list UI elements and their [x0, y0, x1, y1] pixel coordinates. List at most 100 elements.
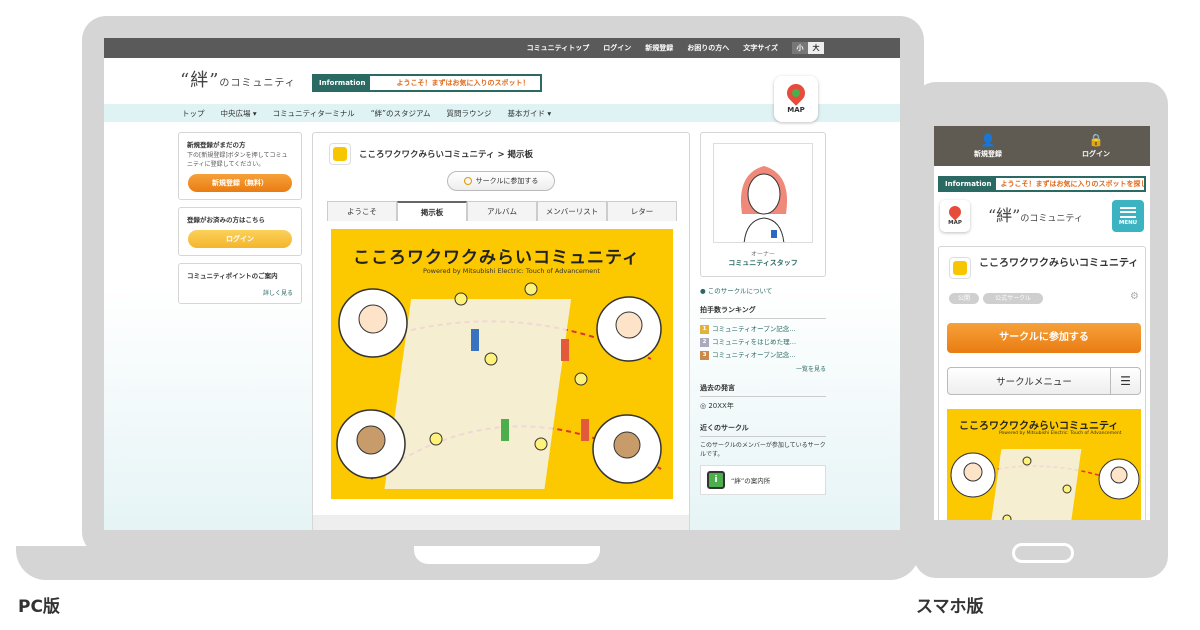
sp-circle-banner: こころワクワクみらいコミュニティ Powered by Mitsubishi E… [947, 409, 1141, 520]
sp-menu-button[interactable]: MENU [1112, 200, 1144, 232]
circle-tabs: ようこそ 掲示板 アルバム メンバーリスト レター [327, 201, 677, 221]
sp-logo-sub: のコミュニティ [1020, 214, 1083, 224]
util-link-register[interactable]: 新規登録 [645, 43, 673, 53]
join-icon [463, 177, 472, 185]
sp-circle-title: こころワクワクみらいコミュニティ [979, 258, 1139, 269]
info-icon: i [707, 471, 725, 489]
util-link-top[interactable]: コミュニティトップ [527, 43, 590, 53]
points-card: コミュニティポイントのご案内 詳しく見る [178, 263, 302, 304]
ranking-heading: 拍手数ランキング [700, 305, 826, 319]
pc-caption: PC版 [18, 597, 60, 617]
sp-site-logo[interactable]: “絆”のコミュニティ [988, 202, 1083, 226]
site-logo[interactable]: “絆”のコミュニティ [180, 66, 296, 92]
nav-top[interactable]: トップ [182, 108, 205, 119]
pc-screen: コミュニティトップ ログイン 新規登録 お困りの方へ 文字サイズ 小 大 “絆”… [104, 38, 900, 530]
map-button[interactable]: MAP [774, 76, 818, 122]
owner-portrait-illustration [740, 166, 788, 242]
sp-circle-title-row: こころワクワクみらいコミュニティ [949, 257, 1139, 279]
register-text: 下の[新規登録]ボタンを押してコミュニティに登録してください。 [187, 152, 288, 168]
past-posts-year: 20XX年 [708, 402, 734, 410]
sp-login-label: ログイン [1082, 149, 1110, 158]
guide-label: “絆”の案内所 [731, 477, 771, 485]
sp-circle-menu-button[interactable]: サークルメニュー ☰ [947, 367, 1141, 395]
rank-1-badge: 1 [700, 325, 709, 334]
sp-map-label: MAP [948, 220, 962, 226]
tab-board[interactable]: 掲示板 [397, 201, 467, 221]
sp-map-button[interactable]: MAP [940, 200, 970, 232]
sp-information-ticker[interactable]: Information ようこそ！まずはお気に入りのスポットを探し [938, 176, 1146, 192]
sp-information-text: ようこそ！まずはお気に入りのスポットを探し [1000, 180, 1146, 188]
ranking-item[interactable]: 3 コミュニティオープン記念… [700, 349, 826, 362]
nav-basic-guide[interactable]: 基本ガイド ▾ [507, 108, 551, 119]
util-link-login[interactable]: ログイン [603, 43, 631, 53]
tab-member-list[interactable]: メンバーリスト [537, 201, 607, 221]
font-size-label: 文字サイズ [743, 44, 778, 52]
nearby-text: このサークルのメンバーが参加しているサークルです。 [700, 442, 826, 458]
ranking-text: コミュニティオープン記念… [712, 351, 796, 359]
about-circle-link[interactable]: ● このサークルについて [700, 285, 826, 295]
util-link-help[interactable]: お困りの方へ [687, 43, 729, 53]
sp-join-button[interactable]: サークルに参加する [947, 323, 1141, 353]
circle-banner: こころワクワクみらいコミュニティ Powered by Mitsubishi E… [331, 229, 673, 499]
register-card: 新規登録がまだの方 下の[新規登録]ボタンを押してコミュニティに登録してください… [178, 132, 302, 200]
nav-community-terminal[interactable]: コミュニティターミナル [273, 108, 355, 119]
owner-avatar[interactable] [713, 143, 813, 243]
sp-register-button[interactable]: 👤 新規登録 [934, 126, 1042, 166]
lock-icon: 🔒 [1088, 132, 1104, 147]
information-label: Information [314, 76, 371, 90]
tab-letter[interactable]: レター [607, 201, 677, 221]
ranking-more-link[interactable]: 一覧を見る [700, 364, 826, 373]
login-card: 登録がお済みの方はこちら ログイン [178, 207, 302, 256]
nav-question-lounge[interactable]: 質問ラウンジ [446, 108, 491, 119]
sp-top-bar: 👤 新規登録 🔒 ログイン [934, 126, 1150, 166]
sp-register-label: 新規登録 [974, 149, 1002, 158]
sp-circle-logo-icon [949, 257, 971, 279]
sp-tag-official: 公式サークル [983, 293, 1043, 304]
font-size-small-button[interactable]: 小 [792, 42, 808, 54]
login-button[interactable]: ログイン [188, 230, 292, 248]
sp-menu-label: MENU [1118, 219, 1138, 226]
owner-name-link[interactable]: コミュニティスタッフ [709, 258, 817, 268]
information-ticker[interactable]: Information ようこそ！まずはお気に入りのスポット！ [312, 74, 542, 92]
sp-circle-card: こころワクワクみらいコミュニティ 公開 公式サークル ⚙ サークルに参加する サ… [938, 246, 1146, 520]
sp-map-pin-icon [946, 203, 964, 221]
gear-icon[interactable]: ⚙ [1130, 291, 1139, 302]
sp-login-button[interactable]: 🔒 ログイン [1042, 126, 1150, 166]
join-circle-button[interactable]: サークルに参加する [447, 171, 555, 191]
points-more-link[interactable]: 詳しく見る [187, 288, 293, 297]
sp-information-label: Information [940, 178, 997, 190]
map-label: MAP [787, 106, 805, 114]
center-footer [313, 515, 689, 530]
register-button[interactable]: 新規登録（無料） [188, 174, 292, 192]
past-posts-heading: 過去の発言 [700, 383, 826, 397]
utility-bar: コミュニティトップ ログイン 新規登録 お困りの方へ 文字サイズ 小 大 [104, 38, 900, 58]
laptop-notch [414, 546, 600, 564]
past-posts-item[interactable]: ◎ 20XX年 [700, 401, 826, 411]
header: “絆”のコミュニティ Information ようこそ！まずはお気に入りのスポッ… [104, 58, 900, 122]
nav-stadium[interactable]: “絆”のスタジアム [371, 108, 431, 119]
join-label: サークルに参加する [475, 177, 539, 185]
font-size-large-button[interactable]: 大 [808, 42, 824, 54]
center-column: こころワクワクみらいコミュニティ > 掲示板 サークルに参加する ようこそ 掲示… [312, 132, 690, 530]
tab-welcome[interactable]: ようこそ [327, 201, 397, 221]
hamburger-icon [1120, 206, 1136, 218]
user-add-icon: 👤 [980, 132, 996, 147]
circle-logo-icon [329, 143, 351, 165]
sp-screen: 👤 新規登録 🔒 ログイン Information ようこそ！まずはお気に入りの… [934, 126, 1150, 520]
page-body: 新規登録がまだの方 下の[新規登録]ボタンを押してコミュニティに登録してください… [104, 122, 900, 530]
rank-2-badge: 2 [700, 338, 709, 347]
guide-link[interactable]: i “絆”の案内所 [700, 465, 826, 495]
points-title: コミュニティポイントのご案内 [187, 272, 278, 280]
ranking-item[interactable]: 1 コミュニティオープン記念… [700, 323, 826, 336]
nav-central-plaza[interactable]: 中央広場 ▾ [221, 108, 257, 119]
sp-tag-public: 公開 [949, 293, 979, 304]
tab-album[interactable]: アルバム [467, 201, 537, 221]
ranking-item[interactable]: 2 コミュニティをはじめた理… [700, 336, 826, 349]
menu-lines-icon: ☰ [1110, 368, 1140, 394]
sp-caption: スマホ版 [916, 597, 984, 617]
font-size-switch: 小 大 [792, 42, 824, 54]
sp-circle-menu-label: サークルメニュー [996, 377, 1072, 388]
phone-home-button [1012, 543, 1074, 563]
logo-main: “絆” [180, 70, 220, 91]
circle-title-row: こころワクワクみらいコミュニティ > 掲示板 [329, 143, 533, 165]
